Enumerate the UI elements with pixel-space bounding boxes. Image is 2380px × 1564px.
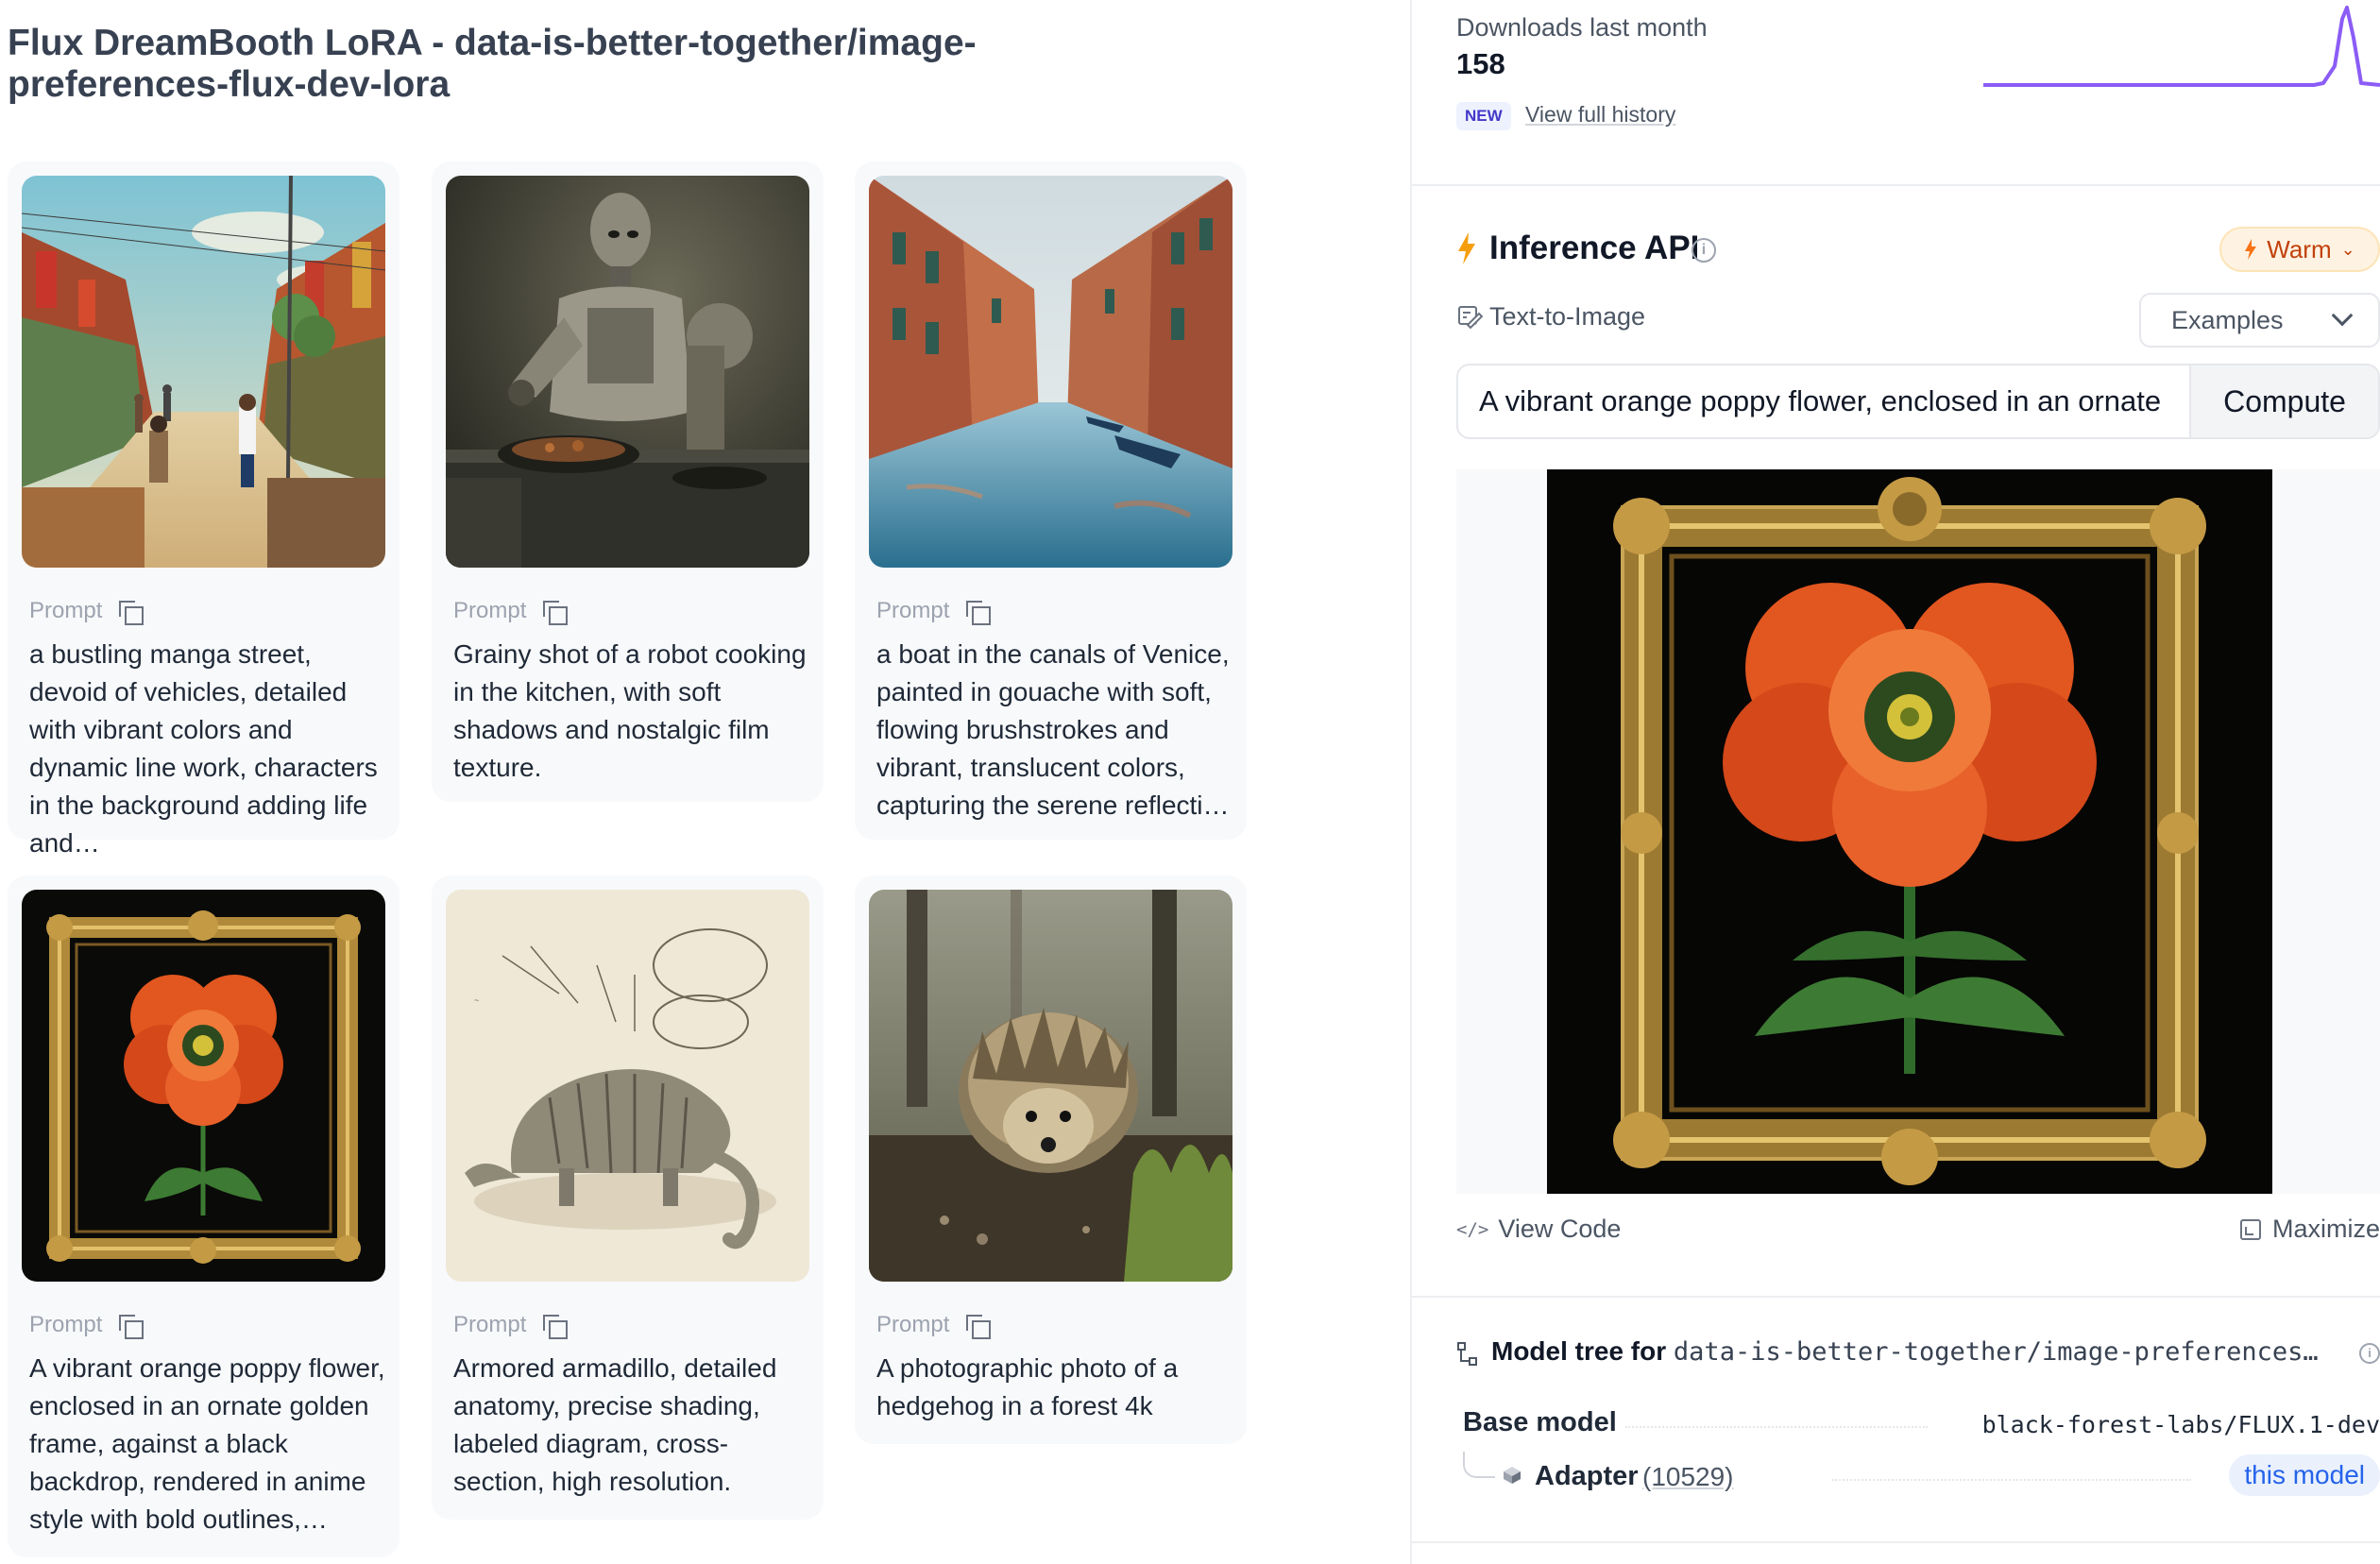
adapter-label: Adapter	[1535, 1461, 1639, 1491]
prompt-label: Prompt	[876, 598, 950, 623]
prompt-header: Prompt	[29, 598, 144, 625]
copy-icon[interactable]	[541, 1313, 569, 1339]
info-icon[interactable]: i	[2359, 1343, 2380, 1364]
downloads-sparkline	[1983, 6, 2380, 87]
examples-dropdown[interactable]: Examples	[2139, 293, 2380, 348]
prompt-label: Prompt	[453, 598, 527, 623]
prompt-header: Prompt	[876, 598, 992, 625]
section-divider	[1412, 1296, 2380, 1298]
warm-status-button[interactable]: Warm ⌄	[2219, 227, 2380, 272]
view-full-history-link[interactable]: View full history	[1525, 102, 1675, 128]
chevron-down-icon	[2331, 304, 2354, 327]
gallery-card: Prompt a boat in the canals of Venice, p…	[855, 162, 1247, 840]
prompt-label: Prompt	[29, 1312, 103, 1337]
sidebar: Downloads last month 158 NEW View full h…	[1412, 0, 2380, 1564]
copy-icon[interactable]	[117, 1313, 144, 1339]
generated-image[interactable]	[1547, 469, 2272, 1194]
prompt-header: Prompt	[29, 1312, 144, 1339]
prompt-text: a bustling manga street, devoid of vehic…	[29, 639, 378, 858]
warm-status-label: Warm	[2267, 234, 2332, 264]
gallery-card: ~ Prompt Armored armadillo, detailed ana…	[432, 876, 824, 1520]
output-area	[1456, 469, 2380, 1194]
adapter-count-link[interactable]: (10529)	[1642, 1462, 1734, 1492]
prompt-label: Prompt	[29, 598, 103, 623]
task-label: Text-to-Image	[1489, 302, 1646, 331]
gallery-image-venice-canal[interactable]	[869, 176, 1232, 568]
model-tree-prefix: Model tree for	[1491, 1336, 1667, 1366]
prompt-text: Grainy shot of a robot cooking in the ki…	[453, 639, 807, 782]
gallery-card: Prompt a bustling manga street, devoid o…	[8, 162, 400, 858]
prompt-label: Prompt	[453, 1312, 527, 1337]
new-badge: NEW	[1456, 102, 1511, 130]
view-code-label: View Code	[1498, 1215, 1622, 1243]
gallery-card: Prompt A vibrant orange poppy flower, en…	[8, 876, 400, 1557]
model-tree-repo: data-is-better-together/image-preference…	[1673, 1337, 2319, 1367]
gallery-image-poppy-frame[interactable]	[22, 890, 385, 1282]
view-code-button[interactable]: </> View Code	[1456, 1215, 1621, 1244]
chevron-down-icon: ⌄	[2340, 239, 2355, 259]
prompt-text: A vibrant orange poppy flower, enclosed …	[29, 1353, 385, 1534]
lightning-bolt-icon	[1458, 232, 1475, 264]
tree-branch-line	[1463, 1452, 1495, 1478]
downloads-label: Downloads last month	[1456, 13, 1708, 42]
gallery-card: Prompt A photographic photo of a hedgeho…	[855, 876, 1247, 1444]
compute-button[interactable]: Compute	[2189, 366, 2378, 437]
this-model-badge: this model	[2229, 1454, 2380, 1496]
lightning-bolt-icon	[2245, 239, 2257, 260]
model-tree-icon	[1457, 1342, 1477, 1366]
dotted-leader	[1832, 1479, 2191, 1481]
prompt-label: Prompt	[876, 1312, 950, 1337]
gallery-card: Prompt Grainy shot of a robot cooking in…	[432, 162, 824, 802]
model-tree-title: Model tree for data-is-better-together/i…	[1491, 1336, 2319, 1367]
copy-icon[interactable]	[964, 599, 992, 625]
prompt-header: Prompt	[876, 1312, 992, 1339]
maximize-label: Maximize	[2271, 1215, 2380, 1243]
prompt-input[interactable]	[1458, 366, 2185, 437]
prompt-text: A photographic photo of a hedgehog in a …	[876, 1353, 1179, 1420]
downloads-count: 158	[1456, 47, 1505, 80]
main-content: Flux DreamBooth LoRA - data-is-better-to…	[0, 0, 1410, 1564]
dotted-leader	[1625, 1426, 1928, 1428]
page-title: Flux DreamBooth LoRA - data-is-better-to…	[8, 23, 977, 105]
copy-icon[interactable]	[541, 599, 569, 625]
inference-api-title: Inference API	[1489, 230, 1700, 266]
gallery-image-hedgehog[interactable]	[869, 890, 1232, 1282]
copy-icon[interactable]	[964, 1313, 992, 1339]
code-icon: </>	[1456, 1218, 1489, 1240]
maximize-button[interactable]: Maximize	[2239, 1215, 2380, 1244]
cube-icon	[1504, 1467, 1521, 1484]
gallery-image-armadillo[interactable]: ~	[446, 890, 809, 1282]
copy-icon[interactable]	[117, 599, 144, 625]
base-model-label: Base model	[1463, 1407, 1617, 1437]
maximize-icon	[2239, 1218, 2261, 1240]
section-divider	[1412, 184, 2380, 186]
gallery-image-robot-cooking[interactable]	[446, 176, 809, 568]
base-model-link[interactable]: black-forest-labs/FLUX.1-dev	[1982, 1411, 2380, 1438]
prompt-header: Prompt	[453, 1312, 569, 1339]
examples-label: Examples	[2171, 305, 2284, 334]
prompt-header: Prompt	[453, 598, 569, 625]
text-to-image-icon	[1458, 306, 1483, 330]
prompt-input-group: Compute	[1456, 364, 2380, 439]
gallery-image-manga-street[interactable]	[22, 176, 385, 568]
prompt-text: a boat in the canals of Venice, painted …	[876, 639, 1230, 820]
info-icon[interactable]: i	[1692, 238, 1716, 263]
prompt-text: Armored armadillo, detailed anatomy, pre…	[453, 1353, 777, 1496]
section-divider	[1412, 1541, 2380, 1543]
svg-text:~: ~	[474, 995, 479, 1005]
